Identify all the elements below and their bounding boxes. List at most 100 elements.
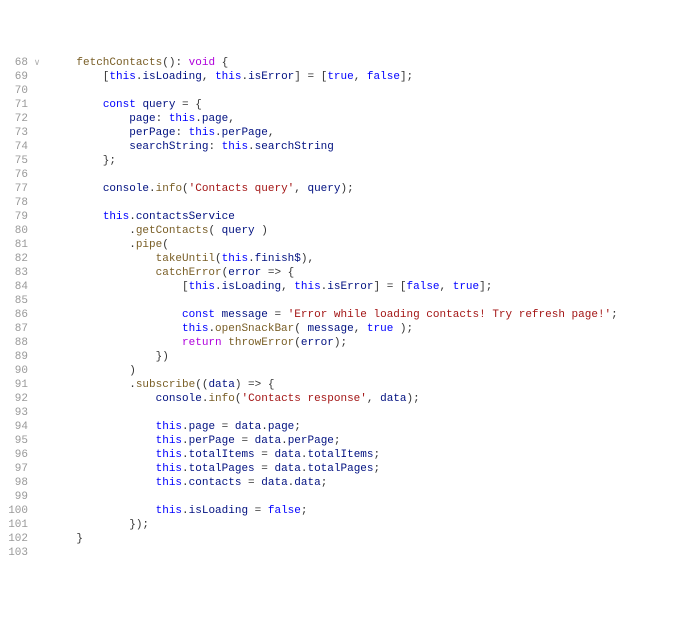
line-number-text: 73 (15, 127, 28, 139)
code-line[interactable]: this.totalItems = data.totalItems; (50, 448, 680, 462)
token-punc: ( (162, 239, 169, 251)
line-number-text: 93 (15, 407, 28, 419)
code-line[interactable]: catchError(error => { (50, 266, 680, 280)
code-line[interactable]: this.isLoading = false; (50, 504, 680, 518)
token-ident: data (380, 393, 406, 405)
code-line[interactable] (50, 294, 680, 308)
code-line[interactable]: this.openSnackBar( message, true ); (50, 322, 680, 336)
fold-spacer (30, 336, 44, 350)
code-line[interactable]: searchString: this.searchString (50, 140, 680, 154)
token-prop: data (294, 477, 320, 489)
token-kw: this (156, 435, 182, 447)
fold-spacer (30, 280, 44, 294)
token-punc: : (208, 141, 221, 153)
line-number: 82 (0, 252, 28, 266)
token-plain (50, 99, 103, 111)
code-line[interactable]: }); (50, 518, 680, 532)
code-line[interactable]: this.page = data.page; (50, 420, 680, 434)
token-ident: error (228, 267, 261, 279)
token-punc: . (182, 477, 189, 489)
code-line[interactable]: this.contacts = data.data; (50, 476, 680, 490)
line-number: 83 (0, 266, 28, 280)
token-punc: : (156, 113, 169, 125)
code-line[interactable]: } (50, 532, 680, 546)
fold-spacer (30, 224, 44, 238)
token-punc: ( (294, 323, 307, 335)
fold-spacer (30, 112, 44, 126)
line-number-text: 99 (15, 491, 28, 503)
token-punc: . (215, 281, 222, 293)
code-line[interactable]: .subscribe((data) => { (50, 378, 680, 392)
token-punc: ; (301, 505, 308, 517)
code-line[interactable]: fetchContacts(): void { (50, 56, 680, 70)
chevron-down-icon[interactable]: ∨ (34, 58, 41, 68)
token-plain (50, 127, 129, 139)
fold-spacer (30, 350, 44, 364)
token-kw: this (222, 253, 248, 265)
line-number-text: 72 (15, 113, 28, 125)
code-line[interactable]: perPage: this.perPage, (50, 126, 680, 140)
token-punc: ; (374, 449, 381, 461)
code-line[interactable]: }; (50, 154, 680, 168)
line-number-text: 103 (8, 547, 28, 559)
code-line[interactable]: page: this.page, (50, 112, 680, 126)
token-bool: false (268, 505, 301, 517)
fold-spacer (30, 504, 44, 518)
fold-spacer (30, 196, 44, 210)
line-number: 101 (0, 518, 28, 532)
token-punc: }); (50, 519, 149, 531)
code-line[interactable]: console.info('Contacts response', data); (50, 392, 680, 406)
code-area[interactable]: fetchContacts(): void { [this.isLoading,… (44, 56, 680, 560)
code-line[interactable]: const query = { (50, 98, 680, 112)
line-number-text: 89 (15, 351, 28, 363)
code-line[interactable]: .pipe( (50, 238, 680, 252)
code-line[interactable] (50, 546, 680, 560)
fold-spacer (30, 392, 44, 406)
line-number: 87 (0, 322, 28, 336)
code-line[interactable]: this.perPage = data.perPage; (50, 434, 680, 448)
token-punc: ; (611, 309, 618, 321)
fold-spacer (30, 70, 44, 84)
token-punc: ( (215, 253, 222, 265)
fold-toggle[interactable]: ∨ (30, 56, 44, 70)
fold-spacer (30, 420, 44, 434)
code-line[interactable] (50, 84, 680, 98)
token-punc: . (215, 127, 222, 139)
line-number: 71 (0, 98, 28, 112)
token-fn: info (208, 393, 234, 405)
fold-spacer (30, 448, 44, 462)
token-ident: message (307, 323, 353, 335)
code-line[interactable]: console.info('Contacts query', query); (50, 182, 680, 196)
code-line[interactable] (50, 196, 680, 210)
code-line[interactable]: takeUntil(this.finish$), (50, 252, 680, 266)
token-kw: this (156, 449, 182, 461)
line-number: 79 (0, 210, 28, 224)
code-line[interactable]: [this.isLoading, this.isError] = [false,… (50, 280, 680, 294)
line-number: 93 (0, 406, 28, 420)
token-punc: = (268, 309, 288, 321)
fold-spacer (30, 476, 44, 490)
code-line[interactable]: this.totalPages = data.totalPages; (50, 462, 680, 476)
token-punc: , (268, 127, 275, 139)
code-line[interactable]: [this.isLoading, this.isError] = [true, … (50, 70, 680, 84)
token-punc: [ (50, 71, 109, 83)
token-punc: . (182, 505, 189, 517)
fold-spacer (30, 294, 44, 308)
code-line[interactable] (50, 490, 680, 504)
line-number: 90 (0, 364, 28, 378)
code-line[interactable]: const message = 'Error while loading con… (50, 308, 680, 322)
token-punc: ] = [ (294, 71, 327, 83)
token-prop: totalItems (189, 449, 255, 461)
code-line[interactable] (50, 406, 680, 420)
line-number: 89 (0, 350, 28, 364)
code-line[interactable]: .getContacts( query ) (50, 224, 680, 238)
code-line[interactable]: this.contactsService (50, 210, 680, 224)
token-punc: : (175, 127, 188, 139)
token-fn: takeUntil (156, 253, 215, 265)
code-line[interactable]: return throwError(error); (50, 336, 680, 350)
code-line[interactable]: ) (50, 364, 680, 378)
token-punc: }) (50, 351, 169, 363)
token-punc: . (50, 225, 136, 237)
code-line[interactable]: }) (50, 350, 680, 364)
code-line[interactable] (50, 168, 680, 182)
